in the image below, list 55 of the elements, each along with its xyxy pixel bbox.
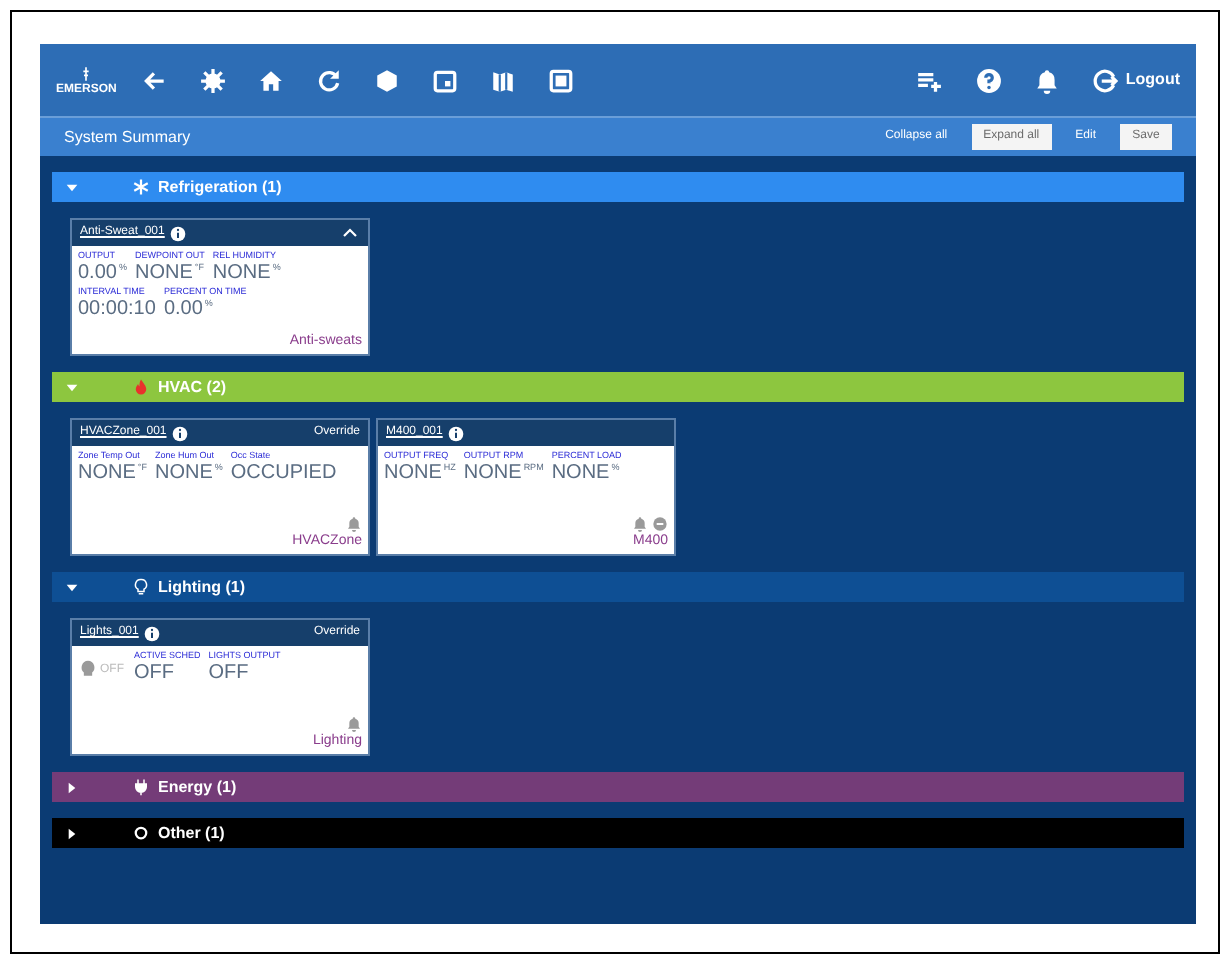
map-icon[interactable] — [490, 67, 517, 93]
logo-icon — [78, 64, 95, 84]
field-value: NONE — [78, 462, 136, 484]
field-value: OFF — [134, 662, 174, 684]
field-value: OFF — [208, 662, 249, 684]
section-header[interactable]: Energy (1) — [52, 772, 1184, 802]
grid-icon[interactable] — [548, 67, 575, 93]
info-icon — [170, 225, 187, 241]
caret-right-icon — [64, 779, 80, 795]
info-icon — [448, 425, 465, 441]
section-header[interactable]: Other (1) — [52, 818, 1184, 848]
cube-icon[interactable] — [374, 67, 401, 93]
field-value: 0.00 — [163, 298, 203, 320]
help-icon[interactable] — [975, 67, 1002, 93]
page-title: System Summary — [64, 125, 193, 149]
section-title: Other (1) — [158, 821, 225, 845]
field-value: NONE — [384, 462, 442, 484]
list-add-icon[interactable] — [913, 67, 944, 93]
caret-down-icon — [64, 579, 80, 595]
field-value: OCCUPIED — [230, 462, 337, 484]
bell-icon — [346, 715, 362, 731]
field-value: NONE — [134, 262, 193, 284]
field-value: NONE — [212, 262, 271, 284]
chevron-up-icon[interactable] — [340, 224, 360, 242]
caret-down-icon — [64, 179, 80, 195]
section-title: Lighting (1) — [158, 575, 246, 599]
back-arrow-icon[interactable] — [142, 67, 169, 93]
bell-icon — [346, 515, 362, 531]
caret-down-icon — [64, 379, 80, 395]
info-icon — [172, 425, 189, 441]
bell-icon[interactable] — [1033, 67, 1060, 93]
bell-icon — [632, 515, 648, 531]
field-value: 00:00:10 — [78, 298, 156, 320]
calendar-icon[interactable] — [432, 67, 459, 93]
refresh-icon[interactable] — [316, 67, 343, 93]
section-title: Energy (1) — [158, 775, 237, 799]
alarm-icon — [652, 515, 668, 531]
section-title: HVAC (2) — [158, 375, 227, 399]
snowflake-icon — [132, 178, 150, 196]
field-value: 0.00 — [78, 262, 117, 284]
logout-button[interactable]: Logout — [1091, 67, 1180, 93]
section-title: Refrigeration (1) — [158, 175, 282, 199]
flame-icon — [132, 378, 150, 396]
home-icon[interactable] — [258, 67, 285, 93]
caret-right-icon — [64, 825, 80, 841]
settings-icon[interactable] — [200, 67, 227, 93]
circle-icon — [132, 824, 150, 842]
logout-icon — [1091, 67, 1118, 93]
section-header[interactable]: Lighting (1) — [52, 572, 1184, 602]
info-icon — [144, 625, 161, 641]
field-value: NONE — [463, 462, 522, 484]
plug-icon — [132, 778, 150, 796]
field-value: NONE — [154, 462, 213, 484]
lightbulb-icon — [132, 578, 150, 596]
field-value: NONE — [551, 462, 610, 484]
